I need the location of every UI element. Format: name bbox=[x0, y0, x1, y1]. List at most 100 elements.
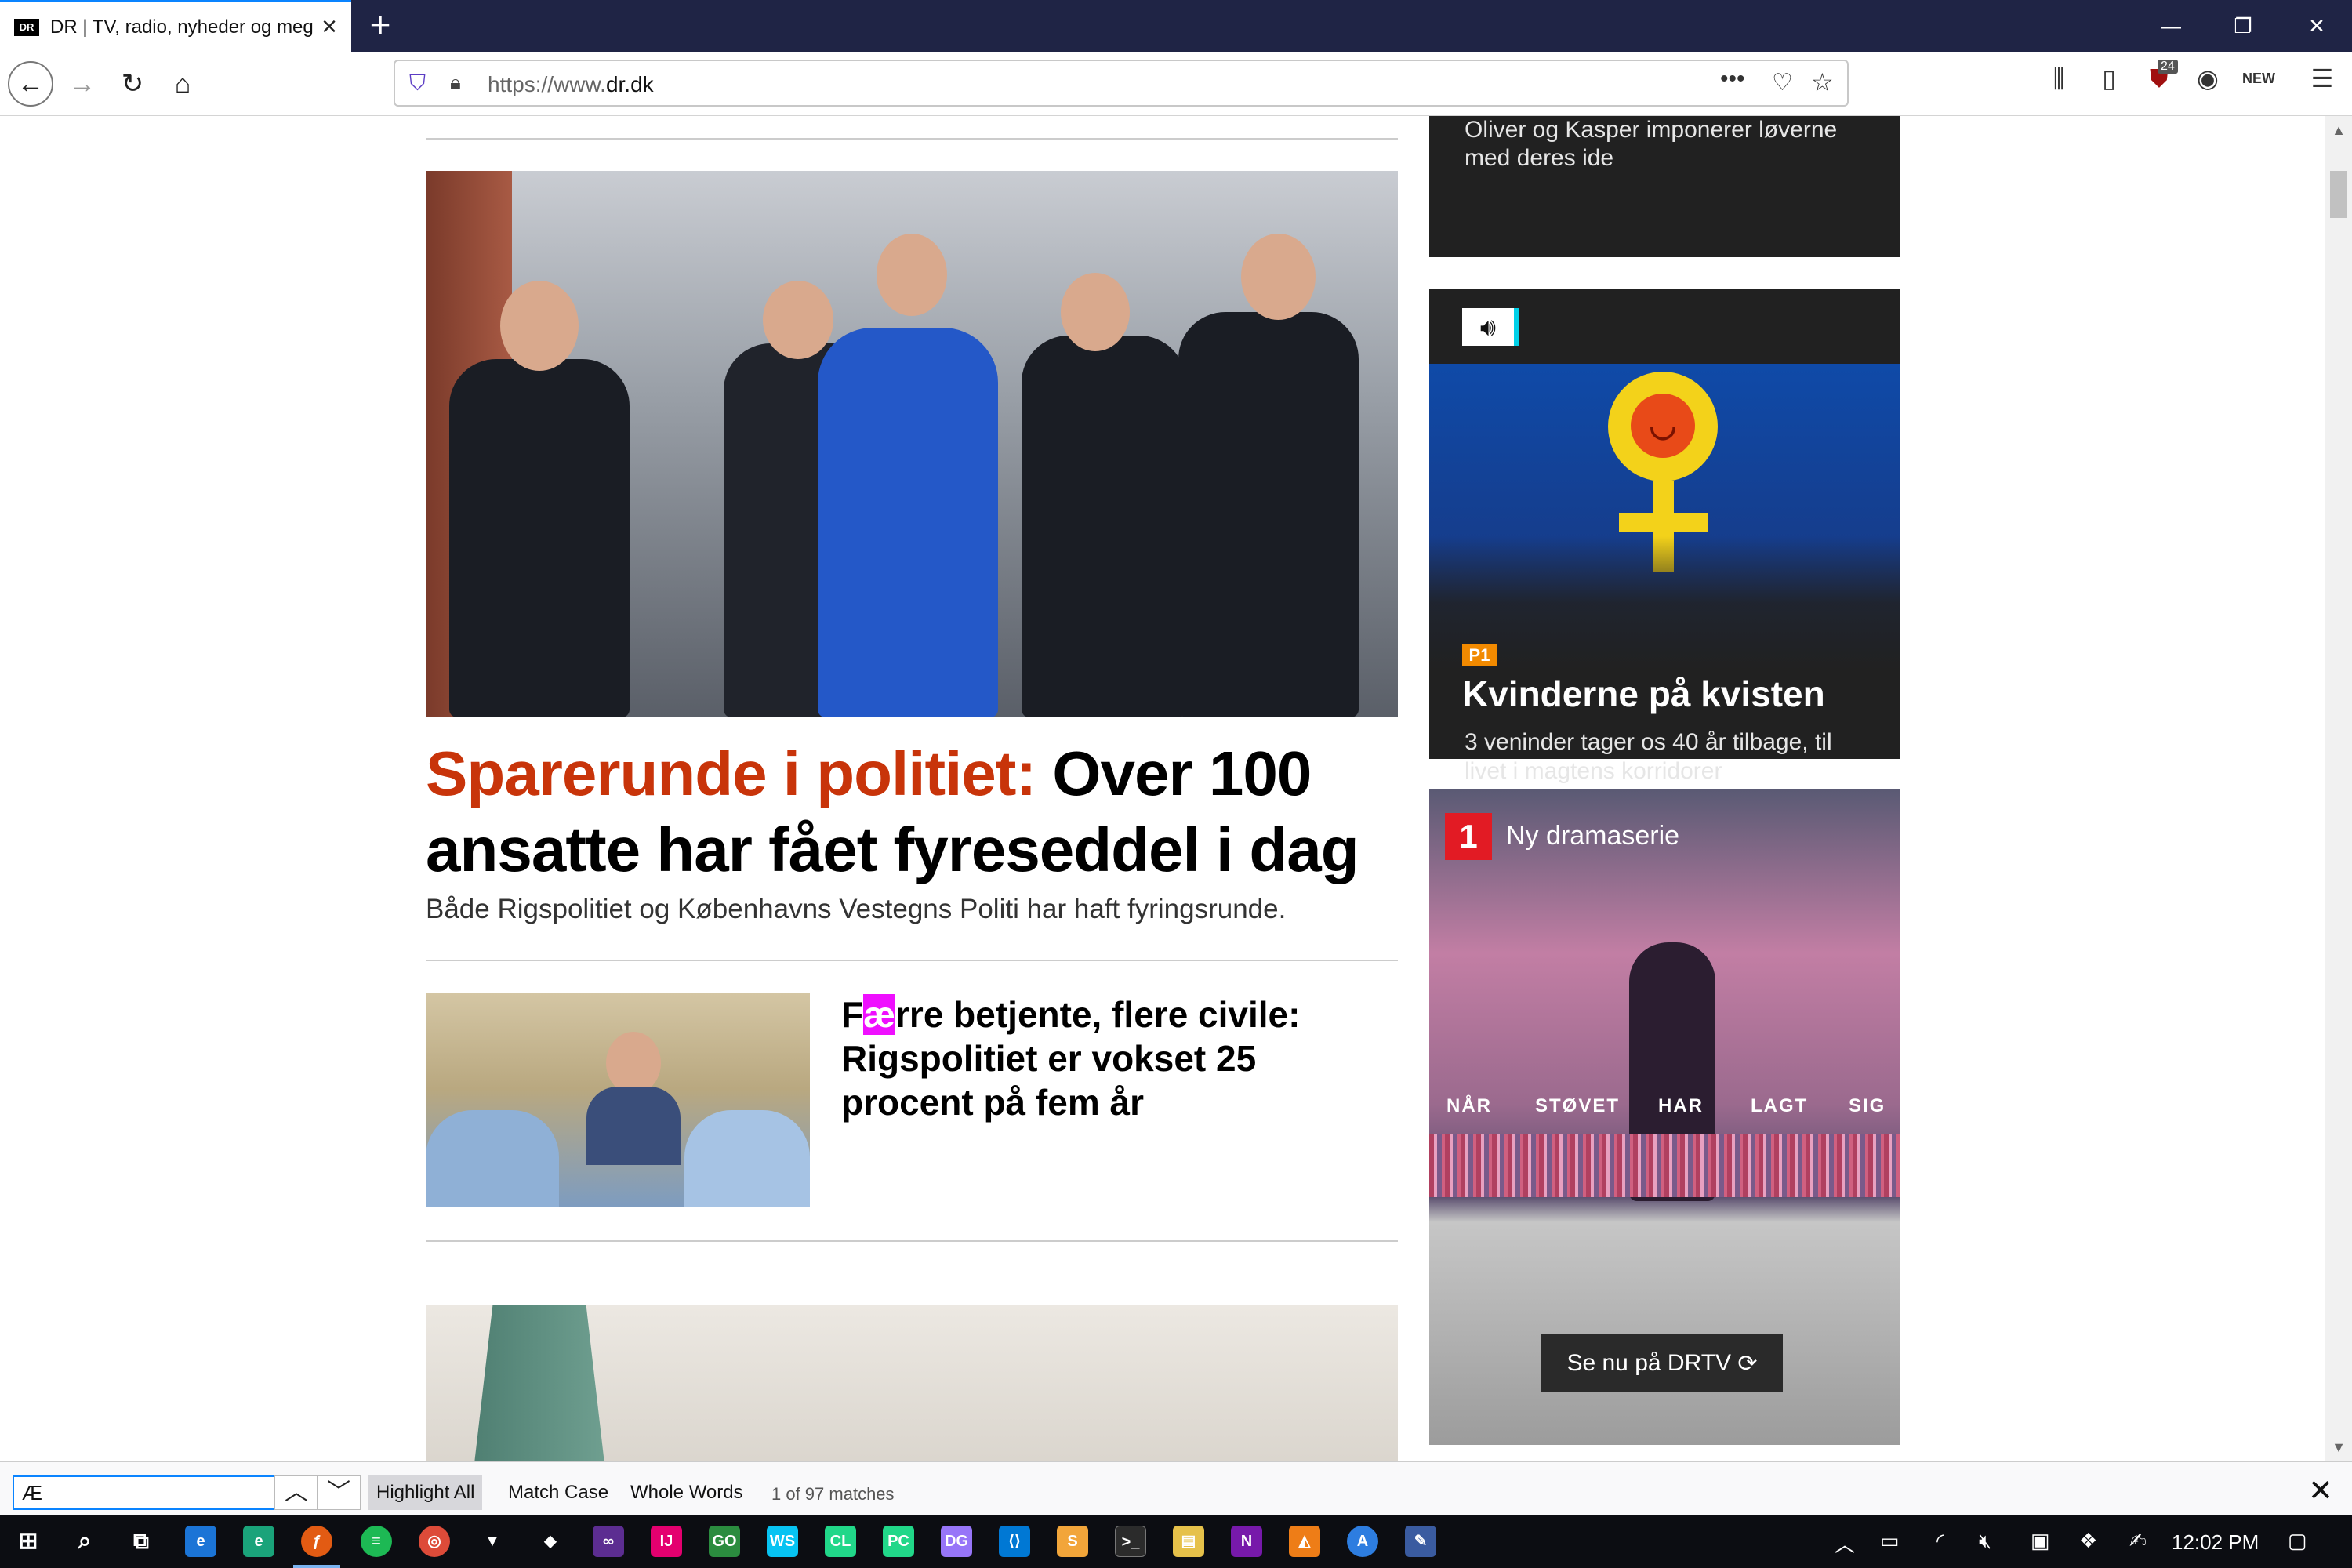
firefox-icon[interactable]: ƒ bbox=[301, 1526, 332, 1557]
spotify-icon[interactable]: ≡ bbox=[361, 1526, 392, 1557]
browser-tab[interactable]: DR DR | TV, radio, nyheder og meg × bbox=[0, 0, 351, 52]
divider bbox=[426, 960, 1398, 961]
drama-card[interactable]: 1 Ny dramaserie NÅR STØVET HAR LAGT SIG … bbox=[1429, 789, 1900, 1445]
edge-icon[interactable]: e bbox=[185, 1526, 216, 1557]
match-case-toggle[interactable]: Match Case bbox=[500, 1475, 616, 1510]
officer-shape bbox=[1178, 312, 1359, 717]
restore-icon[interactable]: ❐ bbox=[2208, 0, 2278, 52]
display-icon[interactable]: ▣ bbox=[2031, 1529, 2050, 1553]
highlight-all-toggle[interactable]: Highlight All bbox=[368, 1475, 483, 1510]
git-icon[interactable]: ◆ bbox=[535, 1526, 566, 1557]
file-explorer-icon[interactable]: ▤ bbox=[1173, 1526, 1204, 1557]
search-icon[interactable]: ⌕ bbox=[69, 1526, 100, 1557]
drama-title-word: STØVET bbox=[1535, 1095, 1621, 1116]
lock-icon[interactable]: 🔒︎ bbox=[450, 71, 461, 96]
brave-icon[interactable]: ▼ bbox=[477, 1526, 508, 1557]
bookmark-star-icon[interactable]: ☆ bbox=[1811, 67, 1834, 97]
goland-icon[interactable]: GO bbox=[709, 1526, 740, 1557]
edge-dev-icon[interactable]: e bbox=[243, 1526, 274, 1557]
windows-start-icon[interactable]: ⊞ bbox=[13, 1526, 44, 1557]
woman-head-shape bbox=[877, 234, 947, 316]
divider bbox=[426, 138, 1398, 140]
news-extension-icon[interactable]: NEW bbox=[2242, 63, 2275, 94]
tab-close-icon[interactable]: × bbox=[321, 13, 337, 40]
officer-head-shape bbox=[1061, 273, 1130, 351]
find-close-icon[interactable]: ✕ bbox=[2308, 1473, 2333, 1508]
account-icon[interactable]: ◉ bbox=[2192, 63, 2223, 94]
pycharm-icon[interactable]: PC bbox=[883, 1526, 914, 1557]
play-circle-icon: ⟳ bbox=[1737, 1350, 1758, 1377]
scroll-down-icon[interactable]: ▼ bbox=[2330, 1439, 2347, 1457]
tab-title: DR | TV, radio, nyheder og meg bbox=[50, 16, 314, 38]
home-button[interactable]: ⌂ bbox=[160, 61, 205, 107]
office-icon[interactable]: ◭ bbox=[1289, 1526, 1320, 1557]
reload-button[interactable]: ↻ bbox=[110, 61, 155, 107]
flowers-shape bbox=[1429, 1134, 1900, 1197]
officer-head-shape bbox=[763, 281, 833, 359]
woman-head-shape bbox=[606, 1032, 661, 1094]
back-button[interactable]: ← bbox=[8, 61, 53, 107]
pen-icon[interactable]: ✍︎ bbox=[2129, 1529, 2147, 1553]
page-actions-icon[interactable]: ••• bbox=[1720, 66, 1745, 93]
menu-icon[interactable]: ☰ bbox=[2307, 63, 2338, 94]
webstorm-icon[interactable]: WS bbox=[767, 1526, 798, 1557]
whole-words-toggle[interactable]: Whole Words bbox=[622, 1475, 751, 1510]
article-headline[interactable]: Færre betjente, flere civile: Rigspoliti… bbox=[841, 993, 1390, 1124]
main-headline[interactable]: Sparerunde i politiet: Over 100 ansatte … bbox=[426, 735, 1414, 887]
paint-icon[interactable]: ✎ bbox=[1405, 1526, 1436, 1557]
close-window-icon[interactable]: ✕ bbox=[2281, 0, 2352, 52]
article-image[interactable] bbox=[426, 1305, 1398, 1461]
p1-card[interactable]: 🔊︎ ◡ P1 Kvinderne på kvisten 3 veninder … bbox=[1429, 289, 1900, 784]
officer-head-shape bbox=[1241, 234, 1316, 320]
shield-icon[interactable]: ⛉ bbox=[409, 71, 426, 96]
article-thumbnail[interactable] bbox=[426, 993, 810, 1207]
venus-symbol-shape bbox=[1619, 513, 1708, 532]
action-center-icon[interactable]: ▢ bbox=[2288, 1529, 2307, 1553]
tray-chevron-icon[interactable]: ︿ bbox=[1835, 1529, 1855, 1558]
task-view-icon[interactable]: ⧉ bbox=[125, 1526, 157, 1557]
promo-card[interactable]: Oliver og Kasper imponerer løverne med d… bbox=[1429, 116, 1900, 257]
chrome-icon[interactable]: ◎ bbox=[419, 1526, 450, 1557]
find-input[interactable] bbox=[13, 1475, 276, 1510]
app-icon[interactable]: A bbox=[1347, 1526, 1378, 1557]
title-bar: DR DR | TV, radio, nyheder og meg × + — … bbox=[0, 0, 2352, 52]
terminal-icon[interactable]: >_ bbox=[1115, 1526, 1146, 1557]
p1-badge: P1 bbox=[1462, 644, 1497, 666]
new-tab-button[interactable]: + bbox=[362, 6, 398, 45]
drama-label: Ny dramaserie bbox=[1506, 821, 1680, 851]
visual-studio-icon[interactable]: ∞ bbox=[593, 1526, 624, 1557]
pocket-icon[interactable]: ♡ bbox=[1772, 69, 1793, 96]
find-next-button[interactable]: ﹀ bbox=[317, 1475, 361, 1510]
find-bar: ︿ ﹀ Highlight All Match Case Whole Words… bbox=[0, 1461, 2352, 1515]
url-bar[interactable]: ⛉ 🔒︎ https://www.dr.dk ••• ♡ ☆ bbox=[394, 60, 1849, 107]
minimize-icon[interactable]: — bbox=[2136, 0, 2206, 52]
vscode-icon[interactable]: ⟨⟩ bbox=[999, 1526, 1030, 1557]
library-icon[interactable]: ⫼ bbox=[2043, 63, 2074, 94]
scroll-up-icon[interactable]: ▲ bbox=[2330, 122, 2347, 140]
hero-image[interactable] bbox=[426, 171, 1398, 717]
scrollbar-thumb[interactable] bbox=[2330, 171, 2347, 218]
sidebar-icon[interactable]: ▯ bbox=[2093, 63, 2125, 94]
volume-muted-icon[interactable]: 🔇︎ bbox=[1979, 1529, 1991, 1554]
scrollbar[interactable] bbox=[2325, 116, 2352, 1461]
onenote-icon[interactable]: N bbox=[1231, 1526, 1262, 1557]
drama-title-word: HAR bbox=[1658, 1095, 1704, 1116]
clion-icon[interactable]: CL bbox=[825, 1526, 856, 1557]
battery-icon[interactable]: ▭ bbox=[1880, 1529, 1900, 1553]
sublime-icon[interactable]: S bbox=[1057, 1526, 1088, 1557]
blue-coat-shape bbox=[818, 328, 998, 717]
person-shape bbox=[684, 1110, 810, 1207]
url-text[interactable]: https://www.dr.dk bbox=[488, 72, 654, 97]
officer-shape bbox=[449, 359, 630, 717]
image-fade bbox=[1429, 536, 1900, 759]
wifi-icon[interactable]: ◜ bbox=[1936, 1529, 1944, 1553]
forward-button[interactable]: → bbox=[60, 61, 105, 107]
dropbox-icon[interactable]: ❖ bbox=[2079, 1529, 2097, 1553]
find-previous-button[interactable]: ︿ bbox=[274, 1475, 318, 1510]
watch-drtv-button[interactable]: Se nu på DRTV ⟳ bbox=[1541, 1334, 1783, 1392]
intellij-icon[interactable]: IJ bbox=[651, 1526, 682, 1557]
datagrip-icon[interactable]: DG bbox=[941, 1526, 972, 1557]
p1-title: Kvinderne på kvisten bbox=[1462, 673, 1825, 714]
officer-head-shape bbox=[500, 281, 579, 371]
clock[interactable]: 12:02 PM bbox=[2172, 1530, 2259, 1555]
